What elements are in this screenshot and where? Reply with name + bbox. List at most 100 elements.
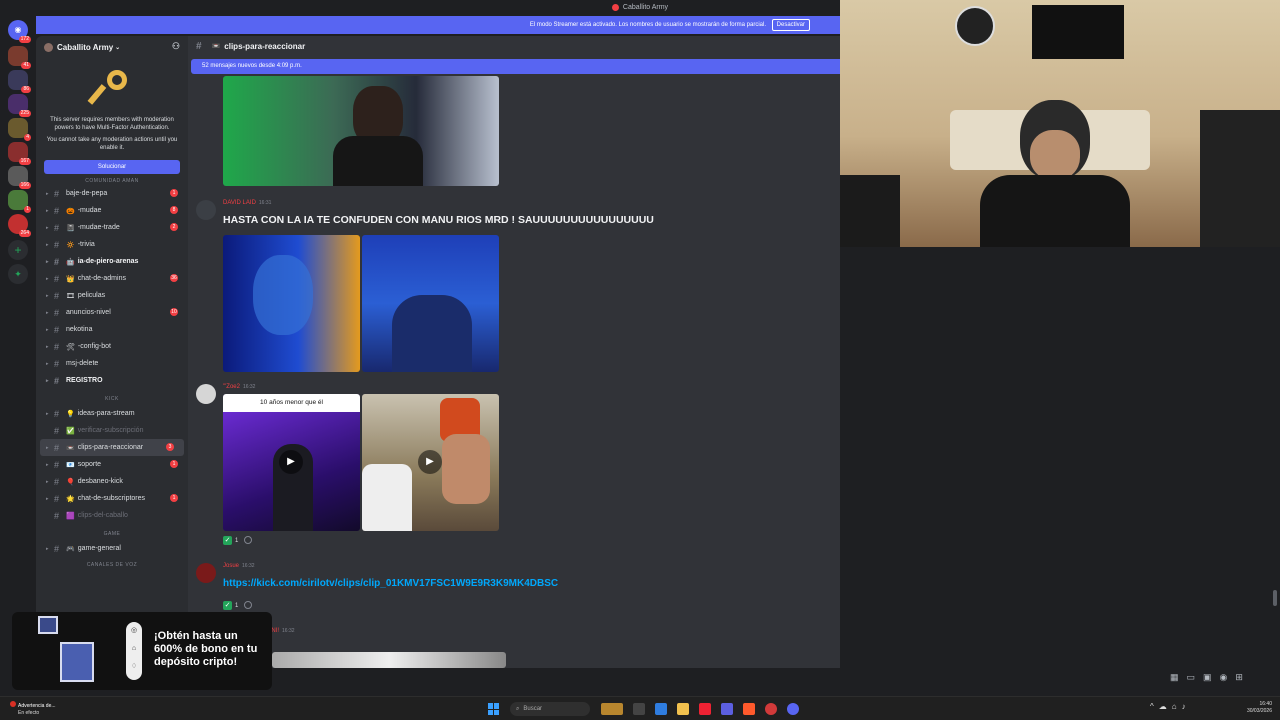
app-icon[interactable] xyxy=(765,703,777,715)
check-icon: ✓ xyxy=(223,536,232,545)
attached-image[interactable] xyxy=(272,652,506,668)
video-caption: 10 años menor que él xyxy=(223,394,360,412)
new-messages-bar[interactable]: 52 mensajes nuevos desde 4:09 p.m. xyxy=(191,59,840,74)
message-link[interactable]: https://kick.com/cirilotv/clips/clip_01K… xyxy=(223,578,558,589)
emoji-icon: 🛠 xyxy=(66,343,75,351)
category-game[interactable]: GAME xyxy=(36,528,188,540)
check-icon: ✓ xyxy=(223,601,232,610)
avatar[interactable] xyxy=(196,200,216,220)
taskbar: Advertencia de... En efecto ⌕ Buscar ^☁⌂♪… xyxy=(0,696,1280,720)
category-comunidad[interactable]: COMUNIDAD AMAN xyxy=(36,177,188,185)
attached-image[interactable] xyxy=(223,76,499,186)
emoji-icon: 📼 xyxy=(66,444,75,452)
category-canales-de-voz[interactable]: CANALES DE VOZ xyxy=(36,559,188,571)
clock[interactable]: 16:40 30/03/2026 xyxy=(1247,701,1272,715)
badge: 1 xyxy=(24,206,31,213)
emoji-icon: 📓 xyxy=(66,224,75,232)
teams-icon[interactable] xyxy=(721,703,733,715)
weather-widget[interactable]: Advertencia de... En efecto xyxy=(10,701,56,717)
video-attachment[interactable]: ▶ xyxy=(362,394,499,531)
task-view-icon[interactable] xyxy=(633,703,645,715)
message-author[interactable]: "'Zoe2 16:32 xyxy=(223,384,255,390)
app-logo-icon xyxy=(611,3,619,11)
brave-icon[interactable] xyxy=(743,703,755,715)
promo-banner[interactable]: ◎ ⌂ ♢ ¡Obtén hasta un 600% de bono en tu d… xyxy=(12,612,272,690)
attached-image[interactable] xyxy=(223,235,360,372)
emoji-icon: ✅ xyxy=(66,427,75,435)
server-icon[interactable]: 225 xyxy=(8,94,31,117)
server-icon[interactable]: 1 xyxy=(8,190,31,213)
server-icon[interactable]: 86 xyxy=(8,70,31,93)
start-icon[interactable] xyxy=(488,703,500,715)
channel-anuncios-nivel[interactable]: ▸ # anuncios-nivel 10 xyxy=(36,304,188,321)
desactivar-button[interactable]: Desactivar xyxy=(771,19,810,31)
channel-mudae-trade[interactable]: ▸ # 📓 -mudae-trade 2 xyxy=(36,219,188,236)
app-icon[interactable] xyxy=(699,703,711,715)
channel-trivia[interactable]: ▸ # 🔅 -trivia xyxy=(36,236,188,253)
category-kick[interactable]: KICK xyxy=(36,393,188,405)
add-member-icon[interactable]: ⚇ xyxy=(172,41,180,52)
record-icon[interactable]: ◉ xyxy=(1220,672,1236,682)
channel-clips-del-caballo[interactable]: # 🟪 clips-del-caballo xyxy=(36,507,188,524)
emoji-icon: 🔅 xyxy=(66,241,75,249)
server-icon[interactable]: 4 xyxy=(8,118,31,141)
edge-icon[interactable] xyxy=(655,703,667,715)
window-icon[interactable]: ▣ xyxy=(1203,672,1220,682)
direct-messages-icon[interactable]: ◉ 172 xyxy=(8,20,31,43)
reaction-bar[interactable]: ✓ 1 xyxy=(223,536,253,545)
search-box[interactable]: ⌕ Buscar xyxy=(510,702,590,716)
gift-icon xyxy=(38,616,58,634)
social-icons: ◎ ⌂ ♢ xyxy=(126,622,142,680)
screen-icon[interactable]: ▭ xyxy=(1187,672,1204,682)
emoji-icon: 👑 xyxy=(66,275,75,283)
server-icon[interactable]: 264 xyxy=(8,214,31,237)
channel-desbaneo-kick[interactable]: ▸ # 🎈 desbaneo-kick xyxy=(36,473,188,490)
video-attachment[interactable]: 10 años menor que él ▶ xyxy=(223,394,360,531)
badge: 167 xyxy=(18,158,31,165)
channel-peliculas[interactable]: ▸ # 🎞 peliculas xyxy=(36,287,188,304)
explore-icon[interactable]: ✦ xyxy=(8,264,28,284)
channel-mudae[interactable]: ▸ # 🎃 -mudae 8 xyxy=(36,202,188,219)
server-icon[interactable]: 41 xyxy=(8,46,31,69)
grid-icon[interactable]: ▦ xyxy=(1170,672,1187,682)
server-icon[interactable]: 166 xyxy=(8,166,31,189)
badge: 86 xyxy=(21,86,31,93)
channel-soporte[interactable]: ▸ # 📧 soporte 1 xyxy=(36,456,188,473)
kick-channel-list: ▸ # 💡 ideas-para-stream # ✅ verificar-subscri… xyxy=(36,405,188,524)
channel-baje-de-pepa[interactable]: ▸ # baje-de-pepa 1 xyxy=(36,185,188,202)
avatar[interactable] xyxy=(196,384,216,404)
message-author[interactable]: Josue 16:32 xyxy=(223,563,255,569)
reaction-bar[interactable]: ✓ 1 xyxy=(223,601,253,610)
play-icon[interactable]: ▶ xyxy=(279,450,303,474)
attached-image[interactable] xyxy=(362,235,499,372)
server-icon[interactable]: 167 xyxy=(8,142,31,165)
channel-config-bot[interactable]: ▸ # 🛠 -config-bot xyxy=(36,338,188,355)
apps-icon[interactable]: ⊞ xyxy=(1235,672,1251,682)
solucionar-button[interactable]: Solucionar xyxy=(44,160,180,174)
discord-icon[interactable] xyxy=(787,703,799,715)
avatar[interactable] xyxy=(196,563,216,583)
scrollbar[interactable] xyxy=(1273,590,1277,606)
channel-game-general[interactable]: ▸ # 🎮 game-general xyxy=(36,540,188,557)
empty-area xyxy=(840,247,1280,668)
channel-ideas-para-stream[interactable]: ▸ # 💡 ideas-para-stream xyxy=(36,405,188,422)
channel-registro[interactable]: ▸ # REGISTRO xyxy=(36,372,188,389)
channel-msj-delete[interactable]: ▸ # msj-delete xyxy=(36,355,188,372)
folder-icon[interactable] xyxy=(677,703,689,715)
channel-title: clips-para-reaccionar xyxy=(224,41,306,51)
chat-area: # 📼 clips-para-reaccionar 52 mensajes nu… xyxy=(188,36,840,668)
channel-ia-de-piero-arenas[interactable]: ▸ # 🤖 ia-de-piero-arenas xyxy=(36,253,188,270)
channel-nekotina[interactable]: ▸ # nekotina xyxy=(36,321,188,338)
channel-chat-de-admins[interactable]: ▸ # 👑 chat-de-admins 36 xyxy=(36,270,188,287)
taskbar-center: ⌕ Buscar xyxy=(488,700,804,718)
promo-text: ¡Obtén hasta un 600% de bono en tu depós… xyxy=(154,630,258,668)
channel-chat-de-subscriptores[interactable]: ▸ # 🌟 chat-de-subscriptores 1 xyxy=(36,490,188,507)
system-tray[interactable]: ^☁⌂♪ xyxy=(1150,702,1191,711)
channel-verificar-subscripcion[interactable]: # ✅ verificar-subscripción xyxy=(36,422,188,439)
add-server-icon[interactable]: + xyxy=(8,240,28,260)
channel-clips-para-reaccionar[interactable]: ▸ # 📼 clips-para-reaccionar 3 xyxy=(40,439,184,456)
guild-header[interactable]: Caballito Army ⌄ ⚇ xyxy=(36,36,188,58)
message-author[interactable]: DAVID LAID 16:31 xyxy=(223,200,271,206)
widget-icon[interactable] xyxy=(601,703,623,715)
play-icon[interactable]: ▶ xyxy=(418,450,442,474)
